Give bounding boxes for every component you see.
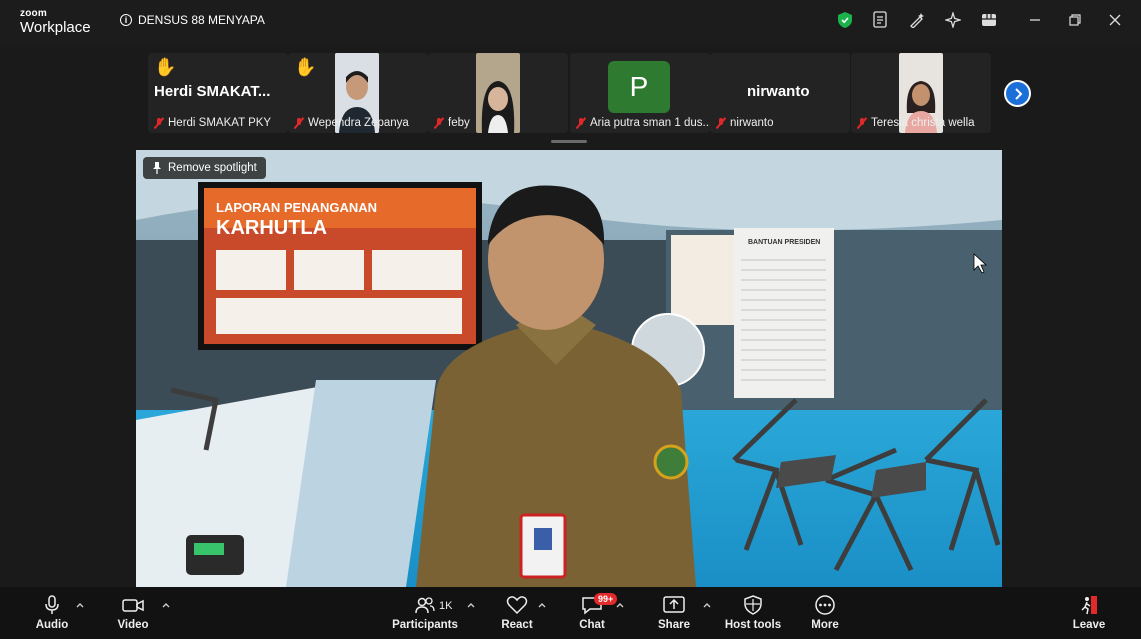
participants-icon: [415, 597, 435, 614]
more-button[interactable]: More: [790, 595, 860, 631]
minimize-icon[interactable]: [1027, 10, 1043, 30]
participants-count: 1K: [439, 600, 453, 612]
participant-name-label: feby: [434, 117, 470, 129]
chat-label: Chat: [579, 619, 605, 631]
react-label: React: [501, 619, 533, 631]
notes-icon[interactable]: [873, 10, 889, 30]
share-button[interactable]: Share: [639, 595, 709, 631]
title-bar: zoom Workplace i DENSUS 88 MENYAPA: [0, 0, 1141, 44]
microphone-icon: [45, 595, 59, 614]
brand-bottom: Workplace: [20, 19, 91, 36]
chevron-right-icon: [1014, 87, 1022, 100]
leave-door-icon: [1081, 596, 1097, 615]
share-options-chevron-icon[interactable]: [703, 601, 711, 609]
participant-name-label: Teresia christa wella: [857, 117, 975, 129]
mic-muted-icon: [857, 117, 867, 129]
pin-icon: [153, 162, 161, 174]
participant-display-name: nirwanto: [747, 83, 810, 100]
mic-muted-icon: [576, 117, 586, 129]
view-apps-icon[interactable]: [981, 10, 997, 30]
banner-line1: LAPORAN PENANGANAN: [216, 200, 377, 215]
participant-name-label: Herdi SMAKAT PKY: [154, 117, 271, 129]
participant-name-label: Wependra Zepanya: [294, 117, 409, 129]
participant-tile[interactable]: nirwanto nirwanto: [710, 53, 850, 133]
mic-muted-icon: [294, 117, 304, 129]
board-title: BANTUAN PRESIDEN: [748, 239, 820, 246]
participant-tile[interactable]: Teresia christa wella: [851, 53, 991, 133]
remove-spotlight-button[interactable]: Remove spotlight: [143, 157, 266, 179]
ai-companion-icon[interactable]: [945, 10, 961, 30]
meeting-info-button[interactable]: i DENSUS 88 MENYAPA: [120, 13, 265, 27]
participant-name-label: nirwanto: [716, 117, 773, 129]
meeting-toolbar: Audio Video Participants 1K React Chat S…: [0, 587, 1141, 639]
chat-options-chevron-icon[interactable]: [616, 601, 624, 609]
spotlight-video: LAPORAN PENANGANAN KARHUTLA BANTUAN PRES…: [136, 150, 1002, 587]
zoom-logo: zoom Workplace: [20, 8, 91, 36]
banner-line2: KARHUTLA: [216, 217, 327, 239]
brand-top: zoom: [20, 8, 47, 19]
host-tools-button[interactable]: Host tools: [718, 595, 788, 631]
participant-tile[interactable]: P Aria putra sman 1 dus...: [570, 53, 710, 133]
video-options-chevron-icon[interactable]: [162, 601, 170, 609]
video-label: Video: [117, 619, 149, 631]
host-tools-label: Host tools: [724, 619, 782, 631]
video-camera-icon: [122, 599, 144, 612]
participant-video: [476, 53, 520, 133]
participant-avatar: P: [608, 61, 670, 113]
shield-icon: [744, 595, 762, 615]
audio-options-chevron-icon[interactable]: [76, 601, 84, 609]
participants-label: Participants: [392, 619, 458, 631]
chat-unread-badge: 99+: [594, 593, 618, 605]
participant-display-name: Herdi SMAKAT...: [154, 83, 271, 100]
annotate-icon[interactable]: [909, 10, 925, 30]
video-button[interactable]: Video: [98, 595, 168, 631]
react-options-chevron-icon[interactable]: [538, 601, 546, 609]
restore-icon[interactable]: [1067, 10, 1083, 30]
share-label: Share: [658, 619, 690, 631]
mic-muted-icon: [716, 117, 726, 129]
participants-options-chevron-icon[interactable]: [467, 601, 475, 609]
gallery-strip: ✋ Herdi SMAKAT... Herdi SMAKAT PKY ✋ Wep…: [0, 44, 1141, 144]
more-options-icon: [815, 595, 835, 615]
remove-spotlight-label: Remove spotlight: [168, 162, 257, 174]
strip-resize-handle[interactable]: [551, 140, 587, 143]
participant-tile[interactable]: feby: [428, 53, 568, 133]
security-shield-icon[interactable]: [837, 10, 853, 30]
more-label: More: [811, 619, 839, 631]
video-frame: LAPORAN PENANGANAN KARHUTLA BANTUAN PRES…: [136, 150, 1002, 587]
heart-icon: [506, 596, 528, 615]
audio-label: Audio: [35, 619, 69, 631]
raised-hand-icon: ✋: [154, 57, 177, 77]
participant-name-label: Aria putra sman 1 dus...: [576, 117, 710, 129]
share-screen-icon: [663, 596, 685, 613]
mic-muted-icon: [154, 117, 164, 129]
next-page-button[interactable]: [1004, 80, 1031, 107]
mic-muted-icon: [434, 117, 444, 129]
close-icon[interactable]: [1107, 10, 1123, 30]
participant-tile[interactable]: ✋ Herdi SMAKAT... Herdi SMAKAT PKY: [148, 53, 288, 133]
meeting-title: DENSUS 88 MENYAPA: [138, 13, 265, 27]
leave-button[interactable]: Leave: [1054, 595, 1124, 631]
leave-label: Leave: [1072, 619, 1106, 631]
participant-tile[interactable]: ✋ Wependra Zepanya: [288, 53, 428, 133]
info-icon: i: [120, 14, 132, 26]
raised-hand-icon: ✋: [294, 57, 317, 77]
